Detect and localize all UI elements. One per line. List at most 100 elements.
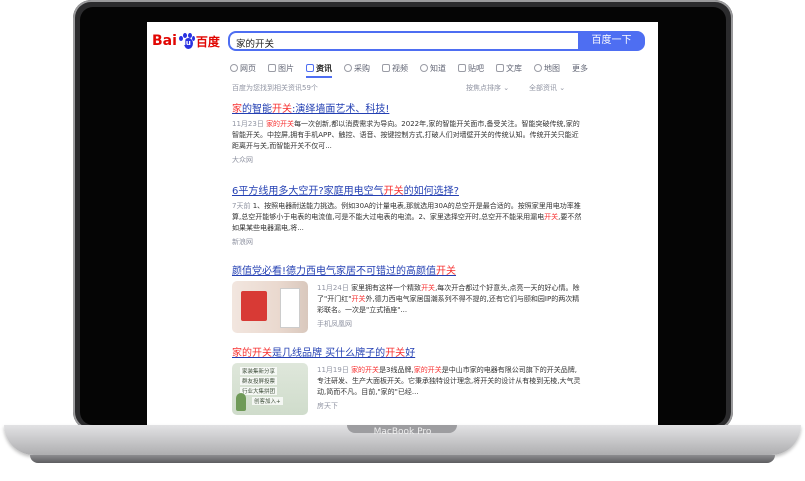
thumb-text: 家装集新分享 [240,367,278,375]
video-icon [382,64,390,72]
tab-label: 资讯 [316,63,332,73]
abstract-highlight: 家的开关 [351,366,380,374]
result-date: 11月23日 [232,120,264,128]
tab-label: 采购 [354,63,370,73]
result-abstract: 11月24日 家里拥有这样一个精致开关,每次开合都过个好意头,点亮一天的好心情。… [317,283,582,316]
logo-text-du: du [180,38,191,47]
result-source[interactable]: 新浪网 [232,237,582,247]
tab-label: 网页 [240,63,256,73]
result-title-link[interactable]: 6平方线用多大空开?家庭用电空气开关的如何选择? [232,182,582,197]
abstract-highlight: 开关 [544,213,559,221]
result-abstract: 11月23日 家的开关每一次创新,都以消费需求为导向。2022年,家的智能开关面… [232,119,582,152]
browser-screen: Bai du 百度 家的开关 百度一下 网页 图片 资讯 采购 视频 知道 贴吧… [147,22,658,425]
title-highlight: 家的开关 [232,348,272,359]
search-icon [230,64,238,72]
abstract-highlight: 家的开关 [413,366,442,374]
title-text: 好 [405,348,416,359]
filter-label: 全部资讯 [529,84,557,92]
result-thumbnail[interactable]: 家装集新分享 群友投屏投票 行业大集拼团 创客加入+ [232,363,308,415]
image-icon [268,64,276,72]
door-shape [280,288,300,328]
tab-video[interactable]: 视频 [382,60,408,76]
tab-label: 知道 [430,63,446,73]
tab-label: 地图 [544,63,560,73]
title-text: :演绎墙面艺术、科技! [292,104,390,115]
tab-tieba[interactable]: 贴吧 [458,60,484,76]
search-header: Bai du 百度 家的开关 百度一下 [147,22,658,60]
chevron-down-icon: ⌄ [501,84,510,92]
title-text: 的智能 [242,104,272,115]
tab-web[interactable]: 网页 [230,60,256,76]
abstract-text: 是3线品牌, [379,366,414,374]
sort-label: 按焦点排序 [466,84,501,92]
document-icon [496,64,504,72]
tab-images[interactable]: 图片 [268,60,294,76]
tab-label: 贴吧 [468,63,484,73]
laptop-foot [30,455,775,463]
result-abstract: 7天前 1、按照电器耐送能力挑选。例如30A的计量电表,那就选用30A的总空开是… [232,201,582,234]
title-highlight: 开关 [385,348,406,359]
sort-dropdown[interactable]: 按焦点排序 ⌄ [466,83,509,93]
search-button[interactable]: 百度一下 [578,31,645,51]
question-icon [420,64,428,72]
logo-text-bai: Bai [152,33,177,49]
tab-news[interactable]: 资讯 [306,60,332,78]
logo-text-baidu: 百度 [195,34,220,49]
news-icon [306,64,314,72]
abstract-highlight: 开关 [351,295,366,303]
result-count: 百度为您找到相关资讯59个 [232,84,318,92]
tab-label: 视频 [392,63,408,73]
result-date: 11月24日 [317,284,349,292]
abstract-highlight: 开关 [421,284,436,292]
abstract-text: 1、按照电器耐送能力挑选。例如30A的计量电表,那就选用30A的总空开是最合适的… [232,202,581,221]
title-highlight: 开关 [436,266,457,277]
result-source[interactable]: 大众网 [232,155,582,165]
title-highlight: 开关 [383,186,404,197]
result-date: 7天前 [232,202,251,210]
vertical-tabs: 网页 图片 资讯 采购 视频 知道 贴吧 文库 地图 更多 [230,60,600,78]
search-result: 6平方线用多大空开?家庭用电空气开关的如何选择? 7天前 1、按照电器耐送能力挑… [232,182,582,247]
device-brand-label: MacBook Pro [373,427,432,437]
tab-label: 文库 [506,63,522,73]
plant-shape [236,393,246,411]
chevron-down-icon: ⌄ [557,84,566,92]
abstract-highlight: 家的开关 [266,120,295,128]
abstract-text: 家里拥有这样一个精致 [351,284,422,292]
tab-label: 更多 [572,63,588,73]
paw-icon: du [178,32,195,50]
result-title-link[interactable]: 家的开关是几线品牌 买什么牌子的开关好 [232,344,582,359]
result-title-link[interactable]: 颜值党必看!德力西电气家居不可错过的高颜值开关 [232,262,582,277]
search-result: 家的开关是几线品牌 买什么牌子的开关好 家装集新分享 群友投屏投票 行业大集拼团… [232,344,582,415]
result-body: 11月24日 家里拥有这样一个精致开关,每次开合都过个好意头,点亮一天的好心情。… [232,281,582,333]
result-title-link[interactable]: 家的智能开关:演绎墙面艺术、科技! [232,100,582,115]
result-side: 11月24日 家里拥有这样一个精致开关,每次开合都过个好意头,点亮一天的好心情。… [317,281,582,333]
result-abstract: 11月19日 家的开关是3线品牌,家的开关是中山市家的电器有限公司旗下的开关品牌… [317,365,582,398]
result-source[interactable]: 手机凤凰网 [317,319,582,329]
title-text: 颜值党必看!德力西电气家居不可错过的高颜值 [232,266,437,277]
cart-icon [344,64,352,72]
thumb-text: 行业大集拼团 [240,387,278,395]
red-artwork-shape [241,291,267,321]
search-result: 家的智能开关:演绎墙面艺术、科技! 11月23日 家的开关每一次创新,都以消费需… [232,100,582,165]
result-body: 家装集新分享 群友投屏投票 行业大集拼团 创客加入+ 11月19日 家的开关是3… [232,363,582,415]
forum-icon [458,64,466,72]
title-highlight: 开关 [272,104,292,115]
result-source[interactable]: 房天下 [317,401,582,411]
thumb-text: 创客加入+ [252,397,283,405]
result-side: 11月19日 家的开关是3线品牌,家的开关是中山市家的电器有限公司旗下的开关品牌… [317,363,582,415]
search-input[interactable]: 家的开关 [228,31,578,51]
title-text: 6平方线用多大空开?家庭用电空气 [232,186,384,197]
tab-more[interactable]: 更多 [572,60,588,76]
tab-map[interactable]: 地图 [534,60,560,76]
thumb-text: 群友投屏投票 [240,377,278,385]
filter-dropdown[interactable]: 全部资讯 ⌄ [529,83,565,93]
tab-purchase[interactable]: 采购 [344,60,370,76]
tab-wenku[interactable]: 文库 [496,60,522,76]
baidu-logo[interactable]: Bai du 百度 [152,31,220,51]
search-result: 颜值党必看!德力西电气家居不可错过的高颜值开关 11月24日 家里拥有这样一个精… [232,262,582,333]
map-pin-icon [534,64,542,72]
title-text: 的如何选择? [403,186,459,197]
result-thumbnail[interactable] [232,281,308,333]
tab-zhidao[interactable]: 知道 [420,60,446,76]
result-date: 11月19日 [317,366,349,374]
